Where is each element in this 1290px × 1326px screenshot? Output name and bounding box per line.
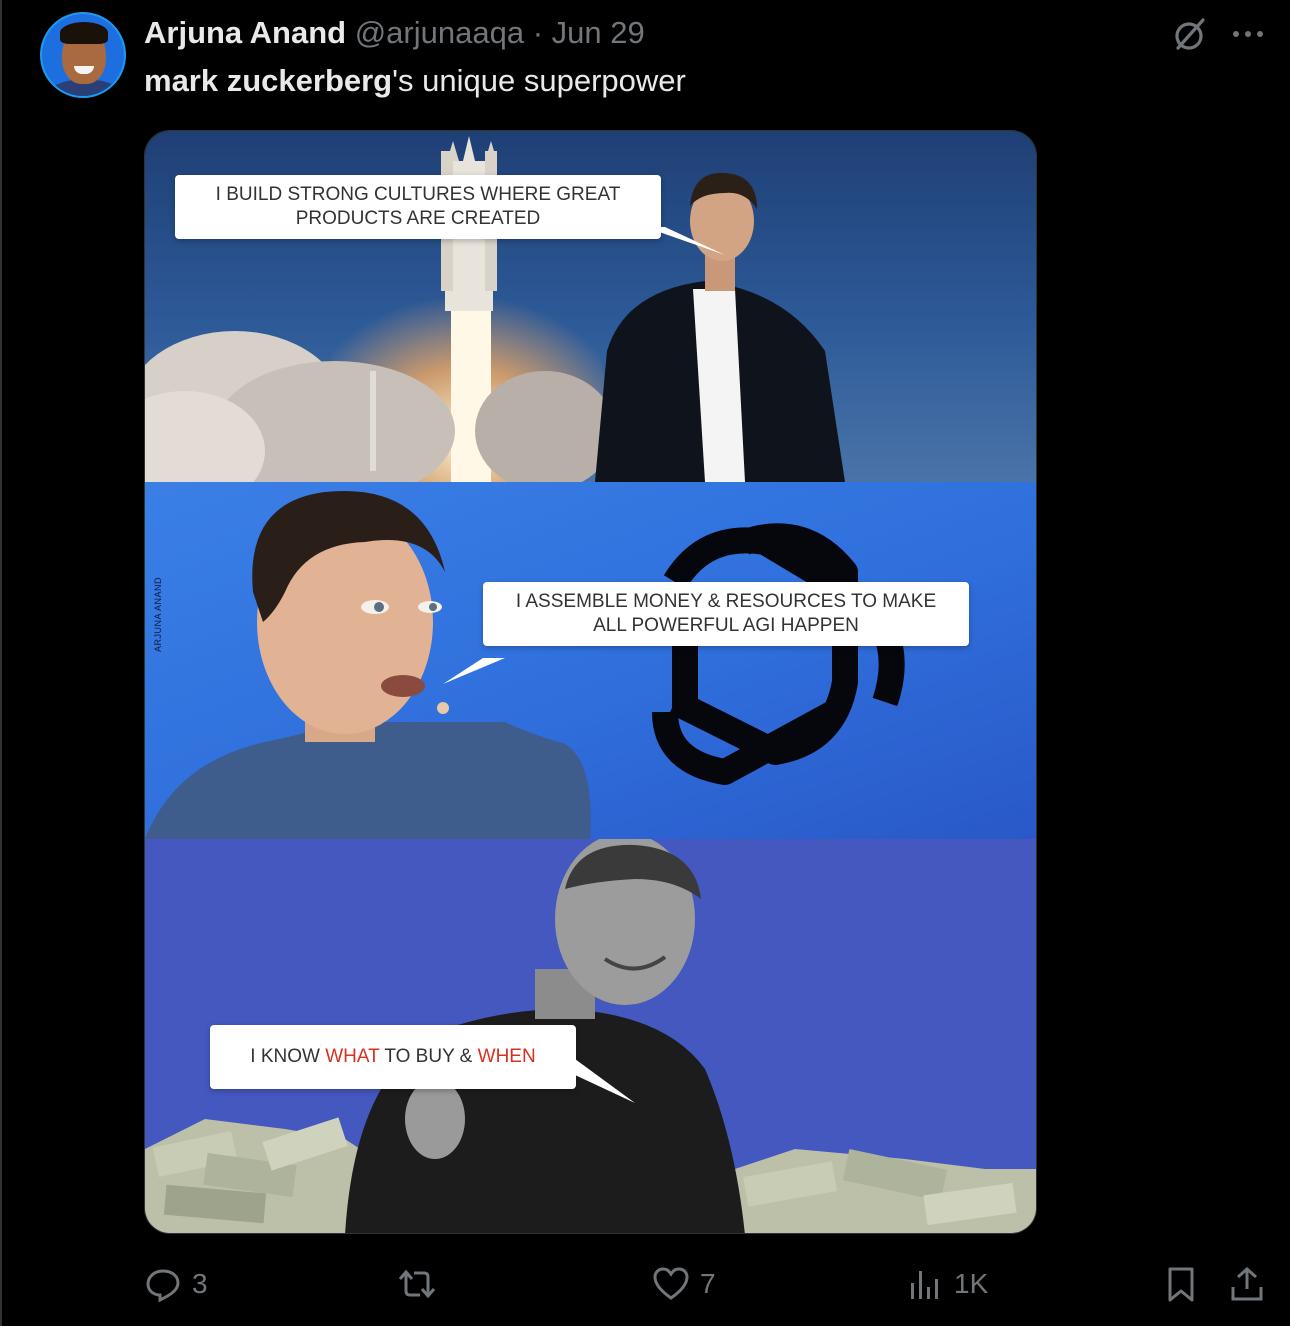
- views-button[interactable]: 1K: [906, 1262, 988, 1306]
- views-icon: [911, 1271, 938, 1299]
- bubble-3-highlight-what: WHAT: [325, 1046, 380, 1067]
- money-pile-right: [725, 1148, 1036, 1233]
- bookmark-button[interactable]: [1162, 1262, 1200, 1306]
- header-separator: ·: [532, 15, 544, 50]
- like-count: 7: [700, 1268, 716, 1299]
- speech-bubble-1: I BUILD STRONG CULTURES WHERE GREAT PROD…: [175, 175, 661, 239]
- knot-logo-icon: [652, 523, 905, 785]
- tweet-container: Arjuna Anand @arjunaaqa · Jun 29 mark zu…: [0, 0, 1290, 1326]
- meme-panel-rocket: I BUILD STRONG CULTURES WHERE GREAT PROD…: [145, 131, 1036, 482]
- bubble-tail-1: [645, 227, 725, 255]
- tweet-media-image[interactable]: I BUILD STRONG CULTURES WHERE GREAT PROD…: [144, 130, 1037, 1234]
- bookmark-icon: [1168, 1267, 1194, 1302]
- bubble-3-text-2: TO BUY &: [379, 1046, 478, 1067]
- author-name[interactable]: Arjuna Anand: [144, 15, 346, 50]
- agi-scene: [145, 491, 905, 839]
- tweet-header: Arjuna Anand @arjunaaqa · Jun 29: [144, 14, 645, 52]
- heart-icon: [653, 1267, 689, 1300]
- reply-icon: [146, 1269, 180, 1303]
- tweet-text: mark zuckerberg's unique superpower: [144, 62, 686, 100]
- share-button[interactable]: [1228, 1262, 1266, 1306]
- tweet-action-bar: 3 7 1K: [2, 1262, 1290, 1306]
- grok-icon[interactable]: [1170, 16, 1208, 54]
- author-avatar[interactable]: [40, 12, 126, 98]
- more-icon[interactable]: [1230, 22, 1266, 46]
- retweet-button[interactable]: [398, 1262, 446, 1306]
- tweet-date[interactable]: Jun 29: [552, 15, 645, 50]
- bubble-tail-2: [443, 658, 505, 684]
- bubble-tail-3: [575, 1059, 635, 1103]
- reply-count: 3: [192, 1268, 208, 1299]
- watermark-text: ARJUNA ANAND: [153, 576, 163, 652]
- bubble-3-text-1: I KNOW: [250, 1046, 326, 1067]
- tweet-text-bold: mark zuckerberg: [144, 63, 393, 98]
- speech-bubble-3: I KNOW WHAT TO BUY & WHEN: [210, 1025, 576, 1089]
- bubble-3-highlight-when: WHEN: [477, 1046, 536, 1067]
- like-button[interactable]: 7: [652, 1262, 716, 1306]
- avatar-hair: [60, 22, 108, 44]
- reply-button[interactable]: 3: [144, 1262, 208, 1306]
- retweet-icon: [398, 1269, 436, 1299]
- money-pile-left: [145, 1117, 375, 1233]
- speech-bubble-2: I ASSEMBLE MONEY & RESOURCES TO MAKE ALL…: [483, 582, 969, 646]
- views-count: 1K: [954, 1268, 989, 1299]
- meme-panel-agi: I ASSEMBLE MONEY & RESOURCES TO MAKE ALL…: [145, 482, 1036, 839]
- tweet-text-rest: 's unique superpower: [392, 63, 686, 98]
- share-icon: [1231, 1266, 1263, 1301]
- meme-panel-money: I KNOW WHAT TO BUY & WHEN: [145, 839, 1036, 1233]
- author-handle[interactable]: @arjunaaqa: [355, 15, 524, 50]
